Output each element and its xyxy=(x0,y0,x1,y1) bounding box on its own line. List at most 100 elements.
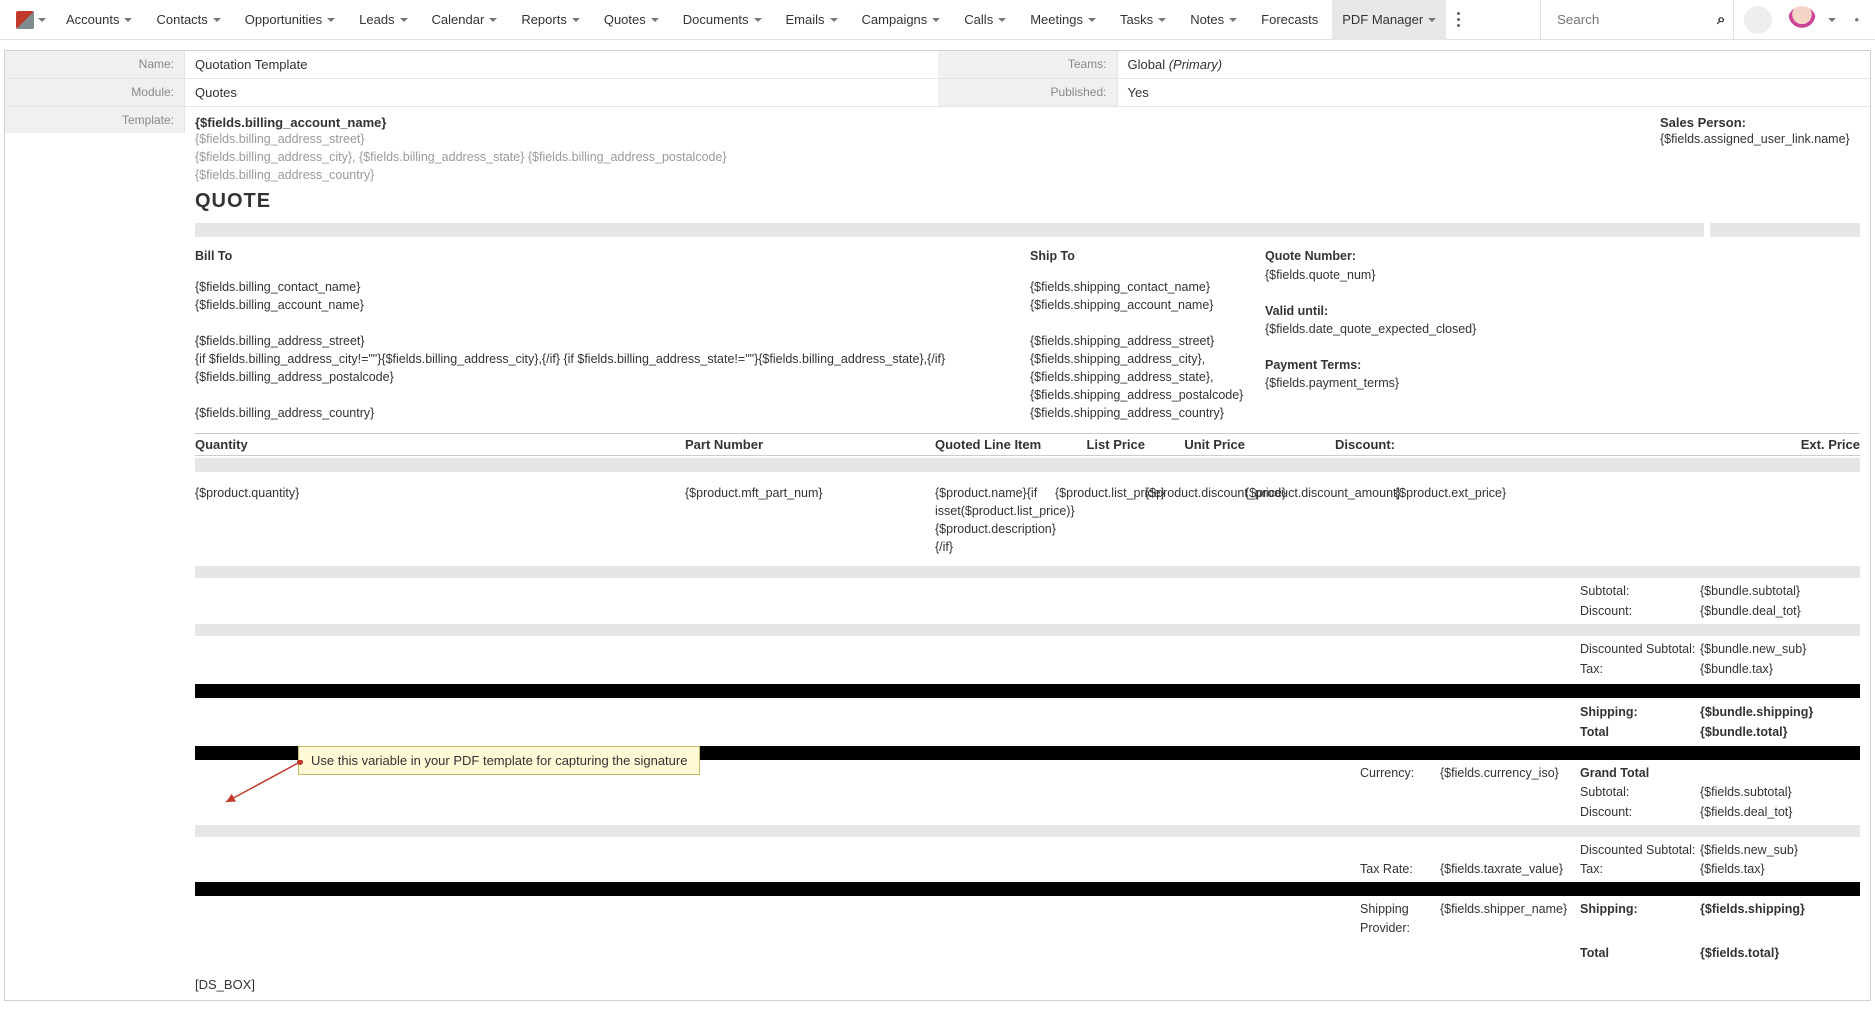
discounted-subtotal-label: Discounted Subtotal: xyxy=(1580,640,1700,658)
value-teams: Global (Primary) xyxy=(1118,51,1871,78)
tax-label: Tax: xyxy=(1580,660,1700,678)
currency-value: {$fields.currency_iso} xyxy=(1440,764,1580,782)
chevron-down-icon xyxy=(327,18,335,22)
nav-calendar[interactable]: Calendar xyxy=(422,0,508,40)
cell-part: {$product.mft_part_num} xyxy=(685,484,935,557)
chevron-down-icon xyxy=(932,18,940,22)
quote-number-label: Quote Number: xyxy=(1265,247,1860,265)
nav-calls[interactable]: Calls xyxy=(954,0,1016,40)
label-template: Template: xyxy=(5,107,185,133)
ship-state: {$fields.shipping_address_state}, xyxy=(1030,368,1265,386)
nav-reports[interactable]: Reports xyxy=(511,0,590,40)
discount-label: Discount: xyxy=(1580,602,1700,620)
col-discount: Discount: xyxy=(1245,437,1395,452)
user-avatar[interactable] xyxy=(1788,6,1816,34)
chevron-down-icon xyxy=(830,18,838,22)
tmpl-account: {$fields.billing_account_name} xyxy=(195,115,727,130)
chevron-down-icon xyxy=(1158,18,1166,22)
chevron-down-icon xyxy=(754,18,762,22)
cell-list: {$product.list_price} xyxy=(1055,484,1145,557)
col-ext-price: Ext. Price xyxy=(1395,437,1860,452)
ship-provider-label: Shipping Provider: xyxy=(1360,900,1440,936)
payment-terms-value: {$fields.payment_terms} xyxy=(1265,374,1860,392)
label-published: Published: xyxy=(938,79,1118,106)
cell-qty: {$product.quantity} xyxy=(195,484,685,557)
chevron-down-icon xyxy=(489,18,497,22)
divider xyxy=(195,566,1860,578)
nav-tasks[interactable]: Tasks xyxy=(1110,0,1176,40)
chevron-down-icon xyxy=(1428,18,1436,22)
g-total-value: {$fields.total} xyxy=(1700,944,1860,962)
help-icon[interactable]: • xyxy=(1848,12,1865,27)
chevron-down-icon xyxy=(572,18,580,22)
nav-emails[interactable]: Emails xyxy=(776,0,848,40)
template-body: {$fields.billing_account_name} {$fields.… xyxy=(185,107,1870,1000)
ship-contact: {$fields.shipping_contact_name} xyxy=(1030,278,1265,296)
label-name: Name: xyxy=(5,51,185,78)
label-module: Module: xyxy=(5,79,185,106)
bill-to-heading: Bill To xyxy=(195,247,1030,265)
ds-box-text: [DS_BOX] xyxy=(195,977,255,992)
record-panel: Name: Quotation Template Teams: Global (… xyxy=(4,50,1871,1001)
table-row: {$product.quantity} {$product.mft_part_n… xyxy=(195,482,1860,559)
divider xyxy=(195,223,1860,237)
app-logo[interactable] xyxy=(10,11,52,29)
g-shipping-label: Shipping: xyxy=(1580,900,1700,936)
divider-bold xyxy=(195,882,1860,896)
nav-forecasts[interactable]: Forecasts xyxy=(1251,0,1328,40)
discounted-subtotal-value: {$bundle.new_sub} xyxy=(1700,640,1860,658)
ship-city: {$fields.shipping_address_city}, xyxy=(1030,350,1265,368)
tax-value: {$bundle.tax} xyxy=(1700,660,1860,678)
nav-accounts[interactable]: Accounts xyxy=(56,0,142,40)
g-dsub-label: Discounted Subtotal: xyxy=(1580,841,1700,859)
row-name-teams: Name: Quotation Template Teams: Global (… xyxy=(5,51,1870,79)
valid-until-value: {$fields.date_quote_expected_closed} xyxy=(1265,320,1860,338)
col-list-price: List Price xyxy=(1055,437,1145,452)
row-template: Template: {$fields.billing_account_name}… xyxy=(5,107,1870,1000)
divider xyxy=(195,458,1860,472)
chevron-down-icon xyxy=(998,18,1006,22)
total-value: {$bundle.total} xyxy=(1700,723,1860,741)
g-subtotal-label: Subtotal: xyxy=(1580,783,1700,801)
cell-unit: {$product.discount_price} xyxy=(1145,484,1245,557)
nav-quotes[interactable]: Quotes xyxy=(594,0,669,40)
ship-provider-value: {$fields.shipper_name} xyxy=(1440,900,1580,936)
tmpl-country: {$fields.billing_address_country} xyxy=(195,166,727,184)
ship-to-heading: Ship To xyxy=(1030,247,1265,265)
chevron-down-icon xyxy=(400,18,408,22)
nav-opportunities[interactable]: Opportunities xyxy=(235,0,345,40)
arrow-icon xyxy=(220,760,310,810)
quote-number-value: {$fields.quote_num} xyxy=(1265,266,1860,284)
overflow-menu[interactable] xyxy=(1450,12,1466,27)
top-nav: Accounts Contacts Opportunities Leads Ca… xyxy=(0,0,1875,40)
col-quantity: Quantity xyxy=(195,437,685,452)
payment-terms-label: Payment Terms: xyxy=(1265,356,1860,374)
nav-leads[interactable]: Leads xyxy=(349,0,417,40)
chevron-down-icon[interactable] xyxy=(1828,18,1836,22)
annotation-tooltip: Use this variable in your PDF template f… xyxy=(298,746,700,775)
search-input[interactable] xyxy=(1549,6,1709,34)
notifications-avatar[interactable] xyxy=(1744,6,1772,34)
sales-person-value: {$fields.assigned_user_link.name} xyxy=(1660,130,1860,148)
ship-country: {$fields.shipping_address_country} xyxy=(1030,404,1265,422)
nav-notes[interactable]: Notes xyxy=(1180,0,1247,40)
divider xyxy=(195,624,1860,636)
ship-postal: {$fields.shipping_address_postalcode} xyxy=(1030,386,1265,404)
g-dsub-value: {$fields.new_sub} xyxy=(1700,841,1860,859)
ship-to-section: Ship To {$fields.shipping_contact_name} … xyxy=(1030,247,1265,422)
quote-meta-section: Quote Number: {$fields.quote_num} Valid … xyxy=(1265,247,1860,422)
nav-documents[interactable]: Documents xyxy=(673,0,772,40)
signature-variable: [DS_BOX] xyxy=(195,977,1860,992)
grand-total-label: Grand Total xyxy=(1580,764,1700,782)
bill-citystate: {if $fields.billing_address_city!=""}{$f… xyxy=(195,350,1030,386)
nav-pdf-manager[interactable]: PDF Manager xyxy=(1332,0,1446,40)
nav-contacts[interactable]: Contacts xyxy=(146,0,230,40)
nav-campaigns[interactable]: Campaigns xyxy=(852,0,951,40)
bill-country: {$fields.billing_address_country} xyxy=(195,404,1030,422)
cell-qli: {$product.name}{if isset($product.list_p… xyxy=(935,484,1055,557)
ship-street: {$fields.shipping_address_street} xyxy=(1030,332,1265,350)
nav-meetings[interactable]: Meetings xyxy=(1020,0,1106,40)
sales-person-label: Sales Person: xyxy=(1660,115,1860,130)
g-discount-value: {$fields.deal_tot} xyxy=(1700,803,1860,821)
search-icon[interactable]: ⌕ xyxy=(1717,11,1725,28)
